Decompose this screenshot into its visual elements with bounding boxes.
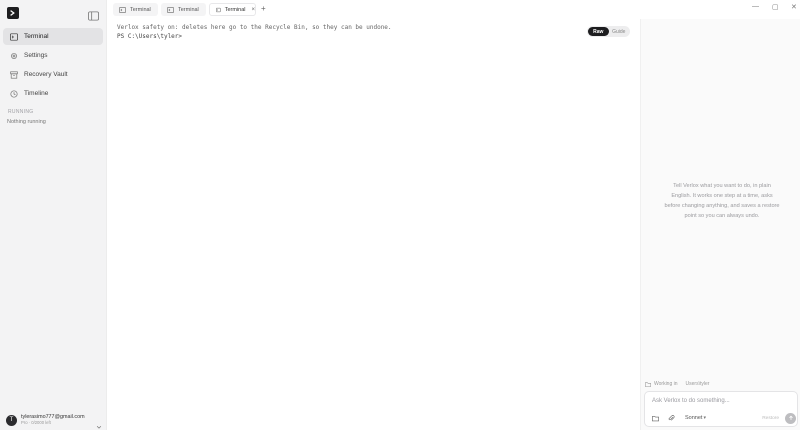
folder-icon (645, 381, 651, 387)
app-logo (7, 7, 19, 19)
model-selector[interactable]: Sonnet▾ (685, 415, 706, 421)
terminal-output[interactable]: Verlox safety on: deletes here go to the… (112, 23, 632, 423)
tab-bar: Terminal Terminal Terminal × + — ▢ ✕ (107, 0, 800, 19)
assistant-panel: Tell Verlox what you want to do, in plai… (640, 19, 800, 430)
running-section-label: RUNNING (8, 109, 34, 115)
gear-icon (10, 52, 18, 60)
close-window-button[interactable]: ✕ (791, 3, 797, 11)
chevron-down-icon: ▾ (703, 415, 706, 421)
avatar: T (6, 414, 17, 426)
send-button[interactable] (785, 412, 796, 424)
assistant-composer[interactable]: Ask Verlox to do something... Sonnet▾ Re… (644, 391, 798, 427)
tab-terminal-3-active[interactable]: Terminal × (209, 3, 256, 16)
folder-icon[interactable] (651, 414, 659, 422)
sidebar-item-label: Settings (24, 52, 48, 59)
terminal-icon (167, 6, 174, 13)
user-account[interactable]: T tylerasimo777@gmail.com Pro · 0/2000 l… (6, 412, 102, 429)
terminal-icon (216, 7, 221, 12)
maximize-button[interactable]: ▢ (772, 3, 779, 11)
sidebar-item-label: Recovery Vault (24, 71, 68, 78)
sidebar-item-label: Terminal (24, 33, 49, 40)
terminal-icon (119, 6, 126, 13)
terminal-line: Verlox safety on: deletes here go to the… (117, 24, 392, 31)
terminal-icon (10, 32, 18, 41)
new-tab-button[interactable]: + (261, 4, 266, 13)
running-empty-text: Nothing running (7, 119, 46, 125)
sidebar-item-label: Timeline (24, 90, 49, 97)
tab-label: Terminal (178, 6, 199, 13)
mode-toggle[interactable]: Raw Guide (587, 26, 630, 37)
user-plan: Pro · 0/2000 left (21, 419, 51, 425)
app-window: Terminal Settings Recovery Vault Timelin… (0, 0, 800, 430)
close-tab-icon[interactable]: × (251, 7, 255, 13)
assistant-hint: Tell Verlox what you want to do, in plai… (664, 183, 780, 219)
minimize-button[interactable]: — (752, 3, 759, 10)
sidebar-nav: Terminal Settings Recovery Vault Timelin… (3, 28, 103, 104)
sidebar: Terminal Settings Recovery Vault Timelin… (0, 0, 107, 430)
sidebar-item-timeline[interactable]: Timeline (3, 85, 103, 102)
restore-point-label: Restore (762, 415, 779, 421)
model-label: Sonnet (685, 415, 703, 421)
working-label: Working in (654, 381, 678, 387)
arrow-up-icon (788, 415, 793, 420)
sidebar-item-recovery-vault[interactable]: Recovery Vault (3, 66, 103, 83)
tab-terminal-2[interactable]: Terminal (161, 3, 206, 16)
tab-terminal-1[interactable]: Terminal (113, 3, 158, 16)
sidebar-item-terminal[interactable]: Terminal (3, 28, 103, 45)
tab-label: Terminal (224, 6, 246, 13)
working-path: Users\tyler (685, 381, 710, 387)
composer-input[interactable]: Ask Verlox to do something... (652, 398, 730, 404)
archive-icon (10, 70, 18, 79)
terminal-prompt: PS C:\Users\tyler> (117, 33, 183, 40)
sidebar-toggle-icon[interactable] (88, 8, 99, 21)
clock-icon (10, 89, 18, 98)
tab-label: Terminal (130, 6, 151, 13)
sidebar-item-settings[interactable]: Settings (3, 47, 103, 64)
attach-icon[interactable] (667, 414, 675, 422)
working-directory: Working in Users\tyler (645, 381, 709, 387)
mode-option-raw[interactable]: Raw (588, 27, 609, 36)
mode-option-guide[interactable]: Guide (609, 27, 630, 36)
chevron-down-icon[interactable] (96, 417, 102, 429)
